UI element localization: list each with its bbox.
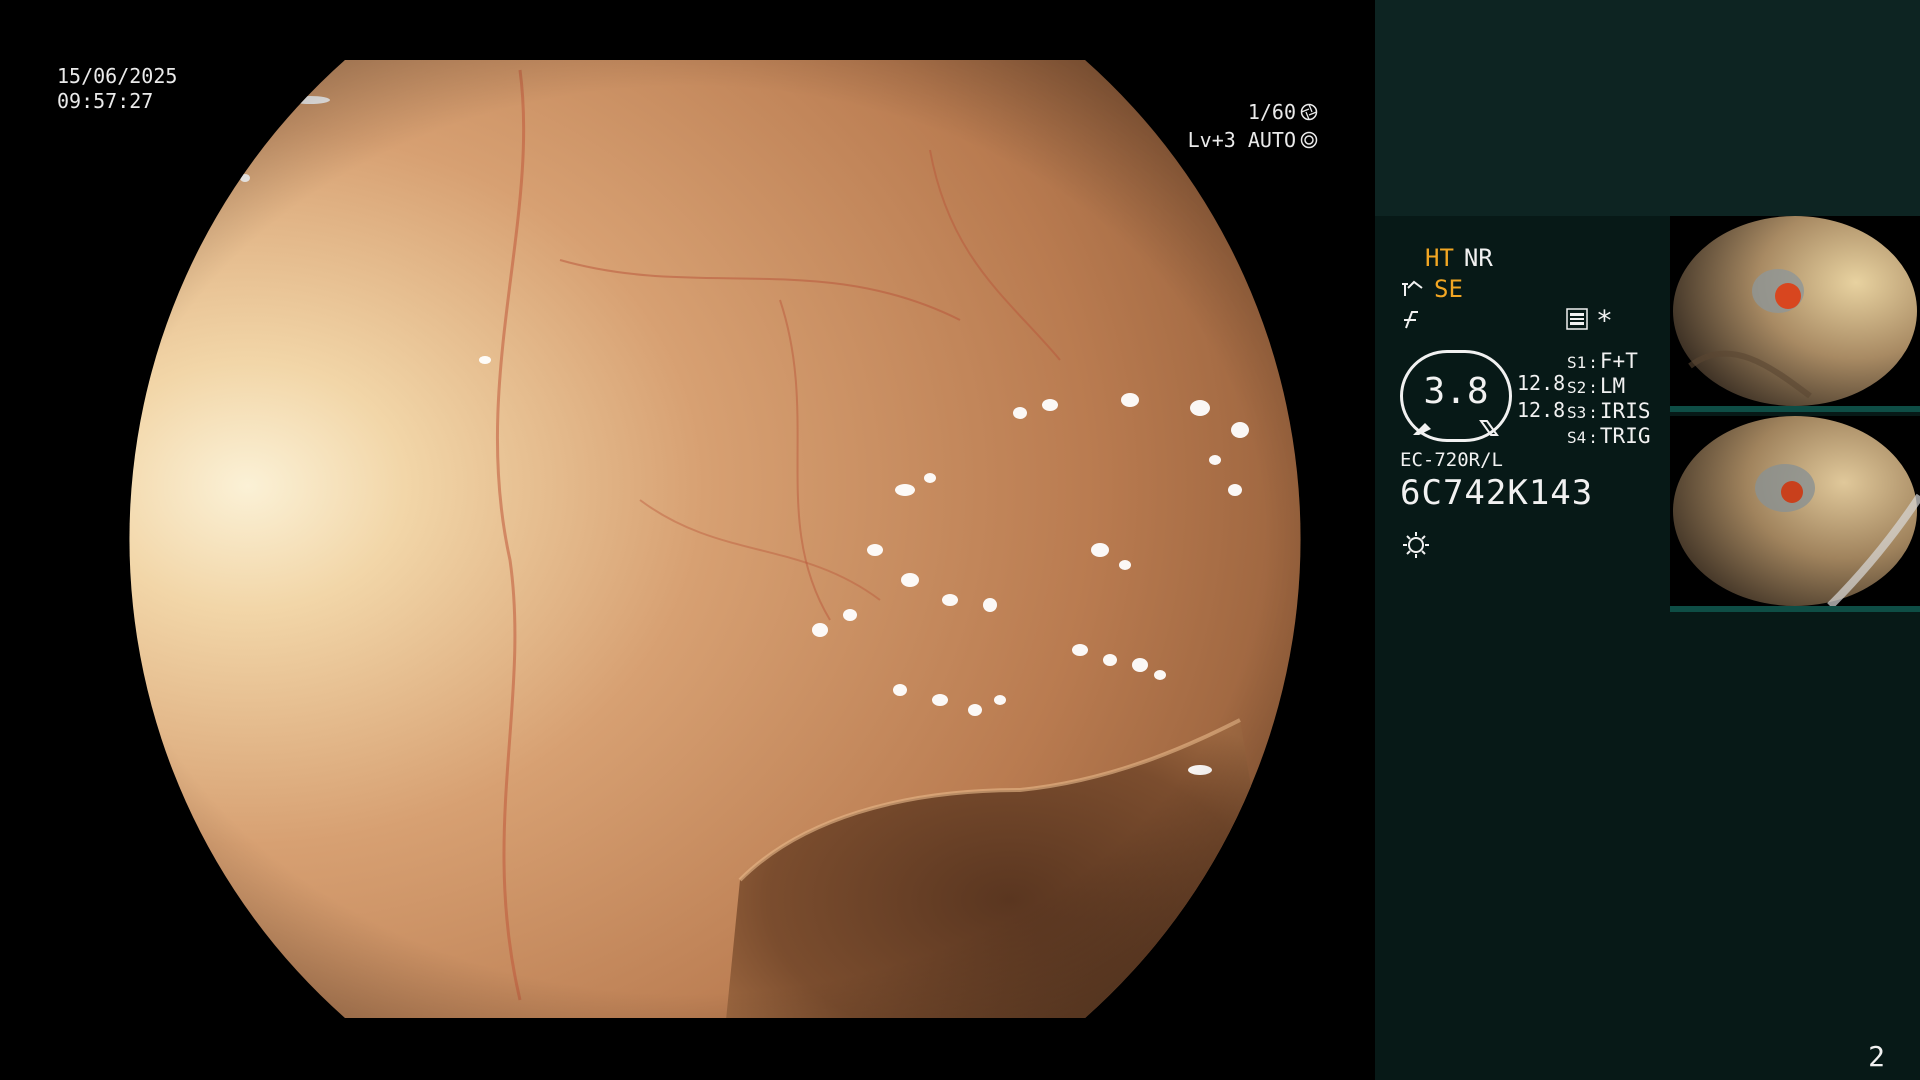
value-1: 12.8 (1517, 371, 1566, 395)
osd-level-value: Lv+3 AUTO (1187, 128, 1296, 152)
iris-icon (1300, 131, 1318, 149)
switch-value: IRIS (1599, 399, 1651, 423)
gauge-right-marker-icon (1479, 420, 1499, 436)
thumbnail-image (1670, 416, 1920, 606)
mode-se: SE (1434, 275, 1463, 303)
mode-row-se: SE (1400, 275, 1463, 303)
scope-serial: 6C742K143 (1400, 473, 1594, 513)
switch-key: S1 (1567, 353, 1587, 372)
page-number: 2 (1868, 1040, 1885, 1073)
asterisk-indicator: * (1596, 304, 1613, 337)
endoscope-image (129, 60, 1301, 1018)
switch-key: S2 (1567, 378, 1587, 397)
light-icon (1403, 532, 1429, 558)
switch-s3: S3: IRIS (1567, 399, 1651, 423)
scope-model: EC-720R/L (1400, 449, 1503, 471)
switch-s4: S4: TRIG (1567, 424, 1651, 448)
mode-row-ht-nr: HT NR (1425, 244, 1493, 272)
enhance-icon (1404, 311, 1418, 329)
switch-s2: S2: LM (1567, 374, 1626, 398)
aperture-icon (1300, 103, 1318, 121)
switch-key: S4 (1567, 428, 1587, 447)
osd-date: 15/06/2025 (57, 64, 178, 88)
switch-value: F+T (1599, 349, 1638, 373)
thumbnail-image (1670, 216, 1920, 406)
mode-ht: HT (1425, 244, 1454, 272)
scope-icon (1402, 280, 1423, 296)
brightness-gauge: 3.8 (1400, 350, 1512, 442)
capture-thumbnail[interactable] (1670, 416, 1920, 612)
osd-level: Lv+3 AUTO (1188, 127, 1318, 153)
switch-s1: S1: F+T (1567, 349, 1638, 373)
value-2: 12.8 (1517, 398, 1566, 422)
osd-shutter-value: 1/60 (1247, 100, 1296, 124)
mode-nr: NR (1463, 244, 1493, 272)
info-panel-header (1375, 0, 1920, 216)
capture-thumbnail[interactable] (1670, 216, 1920, 412)
osd-shutter: 1/60 (1248, 99, 1318, 125)
gauge-left-marker-icon (1413, 423, 1431, 435)
gauge-value: 3.8 (1423, 371, 1489, 412)
switch-value: TRIG (1599, 424, 1651, 448)
endoscopy-screen: 15/06/2025 09:57:27 1/60 Lv+3 AUTO HT NR (0, 0, 1920, 1080)
switch-value: LM (1599, 374, 1626, 398)
record-icon (1566, 308, 1588, 330)
endoscope-view: 15/06/2025 09:57:27 1/60 Lv+3 AUTO (0, 0, 1375, 1080)
switch-key: S3 (1567, 403, 1587, 422)
osd-time: 09:57:27 (57, 89, 154, 113)
